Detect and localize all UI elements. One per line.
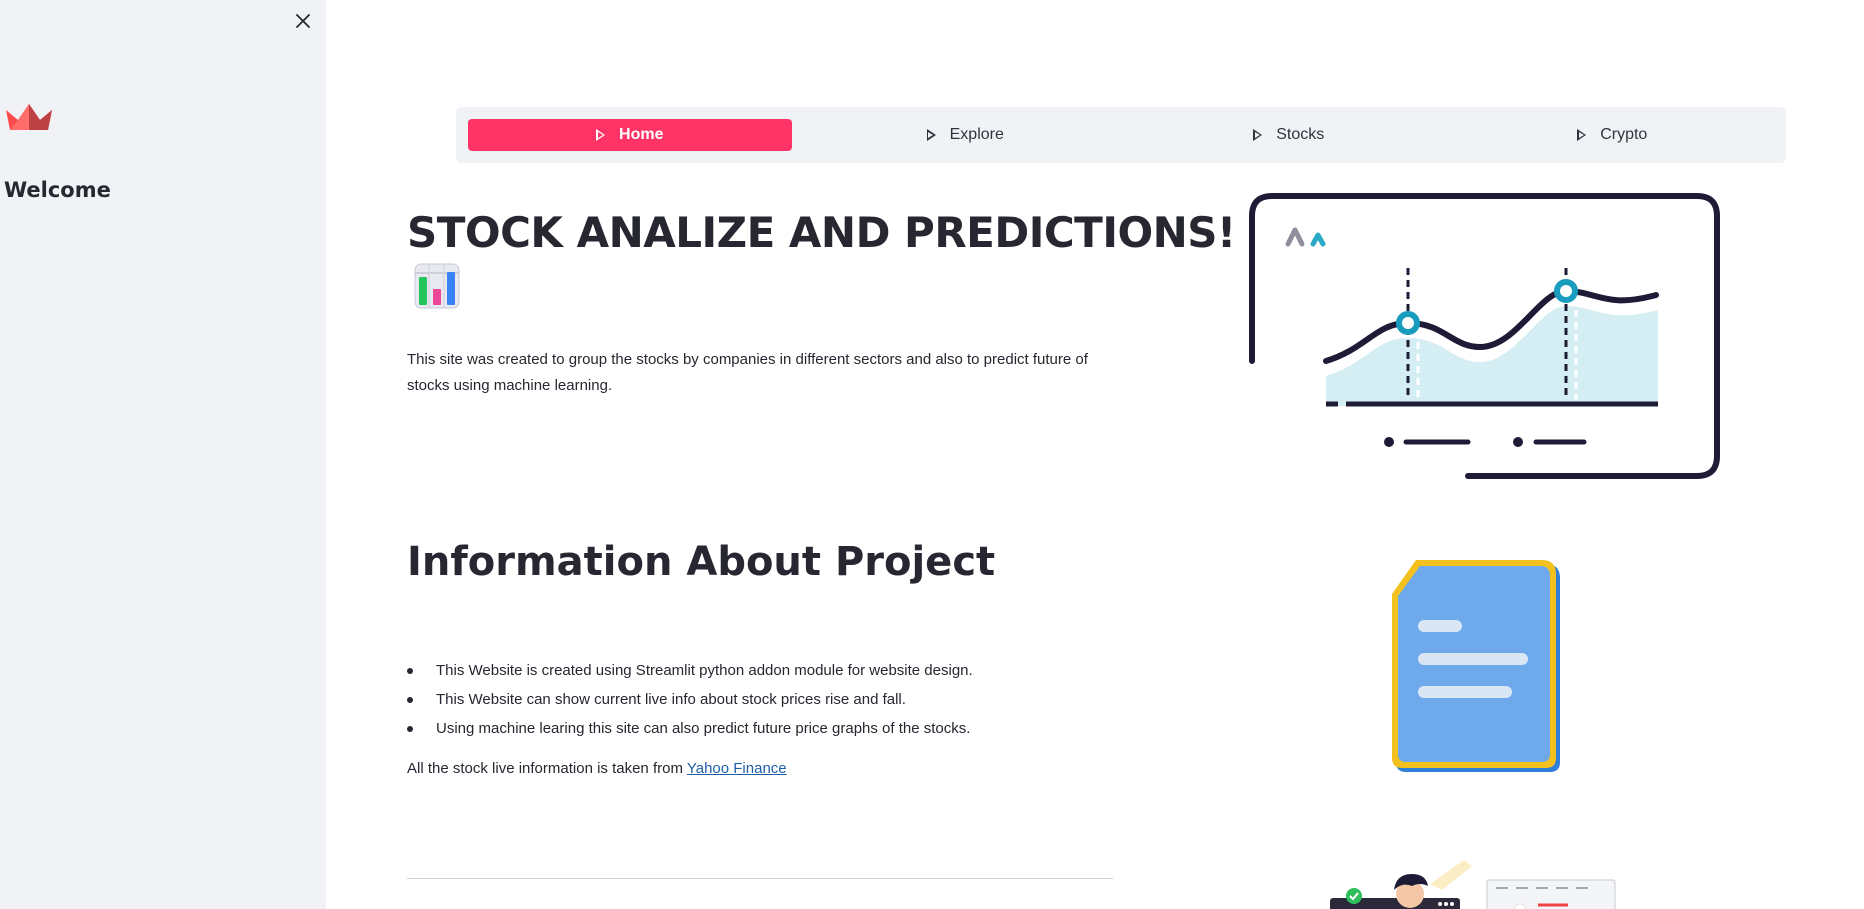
- list-item: Using machine learing this site can also…: [407, 714, 973, 743]
- streamlit-crown-icon: [6, 104, 52, 130]
- close-icon: [296, 14, 310, 28]
- list-item: This Website is created using Streamlit …: [407, 656, 973, 685]
- top-navigation: Home Explore Stocks Crypto: [456, 107, 1786, 163]
- person-analytics-illustration: [1330, 860, 1616, 909]
- monitor-chart-illustration: [1249, 193, 1720, 479]
- section-title: Information About Project: [407, 539, 996, 585]
- play-icon: [1577, 129, 1587, 141]
- info-list: This Website is created using Streamlit …: [407, 656, 973, 743]
- play-icon: [596, 129, 606, 141]
- play-icon: [1253, 129, 1263, 141]
- nav-item-stocks[interactable]: Stocks: [1127, 119, 1451, 151]
- close-sidebar-button[interactable]: [292, 10, 314, 32]
- intro-paragraph: This site was created to group the stock…: [407, 351, 1088, 394]
- nav-item-label: Explore: [949, 126, 1004, 143]
- list-item: This Website can show current live info …: [407, 685, 973, 714]
- source-prefix: All the stock live information is taken …: [407, 760, 687, 777]
- sidebar: Welcome: [0, 0, 326, 909]
- nav-item-label: Stocks: [1276, 126, 1325, 143]
- nav-item-label: Crypto: [1600, 126, 1648, 143]
- play-icon: [926, 129, 936, 141]
- nav-item-crypto[interactable]: Crypto: [1451, 119, 1775, 151]
- divider: [407, 878, 1113, 879]
- sidebar-title: Welcome: [4, 178, 111, 202]
- document-illustration: [1392, 560, 1560, 772]
- bar-chart-emoji-icon: [414, 263, 460, 309]
- page-title: STOCK ANALIZE AND PREDICTIONS!: [407, 208, 1236, 257]
- nav-item-label: Home: [619, 126, 664, 143]
- yahoo-finance-link[interactable]: Yahoo Finance: [687, 760, 787, 777]
- nav-item-home[interactable]: Home: [468, 119, 792, 151]
- nav-item-explore[interactable]: Explore: [804, 119, 1128, 151]
- source-line: All the stock live information is taken …: [407, 758, 787, 780]
